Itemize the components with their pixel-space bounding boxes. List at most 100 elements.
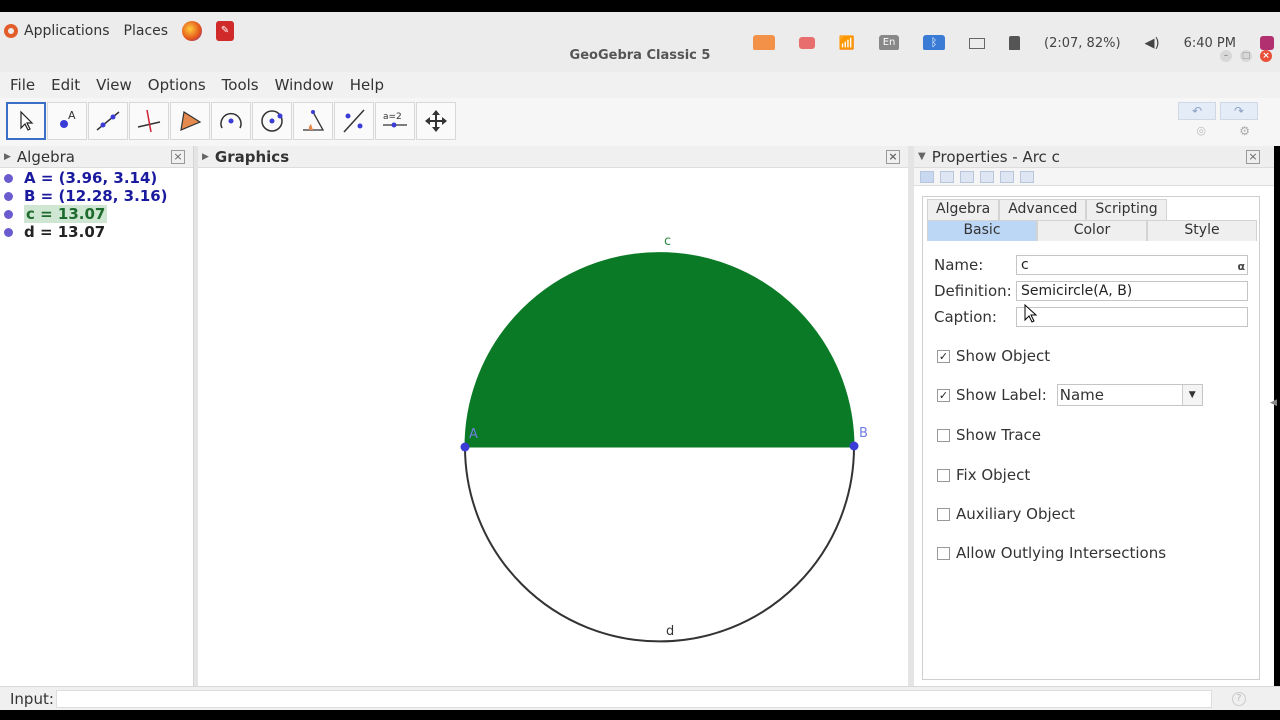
label-B[interactable]: B: [859, 426, 868, 441]
perpendicular-line-tool-button[interactable]: [129, 102, 169, 140]
input-field[interactable]: [55, 689, 1212, 708]
power-icon[interactable]: [1260, 36, 1274, 50]
reflect-tool-button[interactable]: [334, 102, 374, 140]
caption-field[interactable]: [1016, 307, 1248, 327]
maximize-icon[interactable]: □: [1240, 50, 1252, 62]
graphics-view[interactable]: ▶ Graphics × A B c d: [198, 146, 908, 686]
point-tool-button[interactable]: A: [47, 102, 87, 140]
object-properties-icon[interactable]: [940, 170, 954, 183]
menu-window[interactable]: Window: [273, 76, 336, 94]
visibility-toggle-icon[interactable]: [4, 209, 13, 219]
menu-options[interactable]: Options: [146, 76, 208, 94]
polygon-tool-button[interactable]: [170, 102, 210, 140]
symbol-picker-button[interactable]: α: [1237, 258, 1245, 276]
collapse-triangle-icon[interactable]: ▶: [4, 152, 11, 162]
show-trace-row[interactable]: Show Trace: [937, 426, 1041, 444]
pdf-reader-launcher-icon[interactable]: ✎: [216, 21, 235, 41]
label-c[interactable]: c: [664, 234, 671, 249]
volume-icon[interactable]: ◀): [1145, 36, 1160, 51]
show-object-row[interactable]: ✓ Show Object: [937, 347, 1050, 365]
clock[interactable]: 6:40 PM: [1184, 36, 1236, 51]
show-label-checkbox[interactable]: ✓: [937, 388, 950, 402]
menu-edit[interactable]: Edit: [49, 76, 82, 94]
keyboard-layout-indicator[interactable]: En: [879, 35, 900, 51]
minimize-icon[interactable]: –: [1220, 50, 1232, 62]
undo-button[interactable]: ↶: [1178, 102, 1216, 120]
visibility-toggle-icon[interactable]: [4, 173, 13, 183]
tab-scripting[interactable]: Scripting: [1086, 199, 1167, 220]
label-A[interactable]: A: [469, 427, 478, 442]
bluetooth-icon[interactable]: ᛒ: [923, 35, 946, 51]
collapse-triangle-icon[interactable]: ▶: [202, 152, 209, 162]
fix-object-checkbox[interactable]: [937, 468, 950, 482]
collapse-triangle-icon[interactable]: ▼: [918, 151, 926, 162]
layout-properties-icon[interactable]: [980, 170, 994, 183]
spreadsheet-properties-icon[interactable]: [960, 170, 974, 183]
algebra-item-c[interactable]: c = 13.07: [0, 205, 193, 223]
algebra-item-A[interactable]: A = (3.96, 3.14): [0, 169, 193, 187]
visibility-toggle-icon[interactable]: [4, 227, 13, 237]
tab-basic[interactable]: Basic: [927, 220, 1037, 241]
menu-file[interactable]: File: [8, 76, 37, 94]
help-icon[interactable]: ◎: [1196, 124, 1206, 137]
expand-side-panel-icon[interactable]: ◀: [1270, 398, 1277, 408]
input-help-icon[interactable]: ?: [1231, 691, 1246, 706]
close-window-icon[interactable]: ×: [1260, 50, 1272, 62]
applications-menu[interactable]: Applications: [4, 23, 110, 39]
fix-object-row[interactable]: Fix Object: [937, 466, 1030, 484]
close-properties-view-icon[interactable]: ×: [1246, 150, 1260, 164]
wifi-icon[interactable]: 📶: [839, 36, 855, 51]
point-A[interactable]: [460, 442, 470, 452]
redo-button[interactable]: ↷: [1220, 102, 1258, 120]
circle-tool-button[interactable]: [211, 102, 251, 140]
svg-text:a=2: a=2: [383, 112, 402, 122]
algebra-view-header: ▶ Algebra ×: [0, 146, 193, 168]
close-algebra-view-icon[interactable]: ×: [171, 150, 185, 164]
auxiliary-object-checkbox[interactable]: [937, 507, 950, 521]
battery-icon[interactable]: [1009, 35, 1021, 51]
ellipse-tool-button[interactable]: [252, 102, 292, 140]
move-graphics-view-button[interactable]: [416, 102, 456, 140]
slider-tool-button[interactable]: a=2: [375, 102, 415, 140]
menu-tools[interactable]: Tools: [220, 76, 261, 94]
algebra-item-d[interactable]: d = 13.07: [0, 223, 193, 241]
defaults-properties-icon[interactable]: [1000, 170, 1014, 183]
allow-outlying-checkbox[interactable]: [937, 546, 950, 560]
folder-tray-icon[interactable]: [752, 35, 775, 51]
angle-tool-button[interactable]: [293, 102, 333, 140]
show-label-row[interactable]: ✓ Show Label: Name ▼: [937, 384, 1203, 406]
menu-help[interactable]: Help: [348, 76, 386, 94]
name-field[interactable]: c α: [1016, 255, 1248, 275]
semicircle-c[interactable]: [464, 252, 855, 448]
visibility-toggle-icon[interactable]: [4, 191, 13, 201]
reflect-tool-icon: [343, 109, 365, 133]
chevron-down-icon[interactable]: ▼: [1181, 385, 1202, 405]
firefox-launcher-icon[interactable]: [182, 21, 203, 41]
allow-outlying-row[interactable]: Allow Outlying Intersections: [937, 544, 1166, 562]
advanced-properties-icon[interactable]: [1020, 170, 1034, 183]
tab-color[interactable]: Color: [1037, 220, 1147, 241]
line-tool-button[interactable]: [88, 102, 128, 140]
graphics-canvas[interactable]: A B c d: [198, 168, 908, 686]
graphics-properties-icon[interactable]: [920, 170, 934, 183]
recorder-tray-icon[interactable]: [798, 37, 815, 49]
settings-gear-icon[interactable]: ⚙: [1239, 124, 1250, 138]
algebra-item-B[interactable]: B = (12.28, 3.16): [0, 187, 193, 205]
show-object-checkbox[interactable]: ✓: [937, 349, 950, 363]
move-tool-button[interactable]: [6, 102, 46, 140]
places-menu[interactable]: Places: [124, 23, 169, 39]
menu-view[interactable]: View: [94, 76, 134, 94]
label-d[interactable]: d: [666, 624, 674, 639]
point-B[interactable]: [849, 441, 859, 451]
close-graphics-view-icon[interactable]: ×: [886, 150, 900, 164]
tab-algebra[interactable]: Algebra: [927, 199, 1000, 220]
properties-view: ▼ Properties - Arc c × Algebra Advanced …: [914, 146, 1274, 686]
circle-arc-d[interactable]: [464, 446, 855, 643]
label-mode-select[interactable]: Name ▼: [1056, 384, 1203, 406]
definition-field[interactable]: Semicircle(A, B): [1016, 281, 1248, 301]
show-trace-checkbox[interactable]: [937, 428, 950, 442]
auxiliary-object-row[interactable]: Auxiliary Object: [937, 505, 1075, 523]
tab-style[interactable]: Style: [1147, 220, 1257, 241]
tab-advanced[interactable]: Advanced: [999, 199, 1087, 220]
mail-icon[interactable]: [969, 37, 986, 49]
